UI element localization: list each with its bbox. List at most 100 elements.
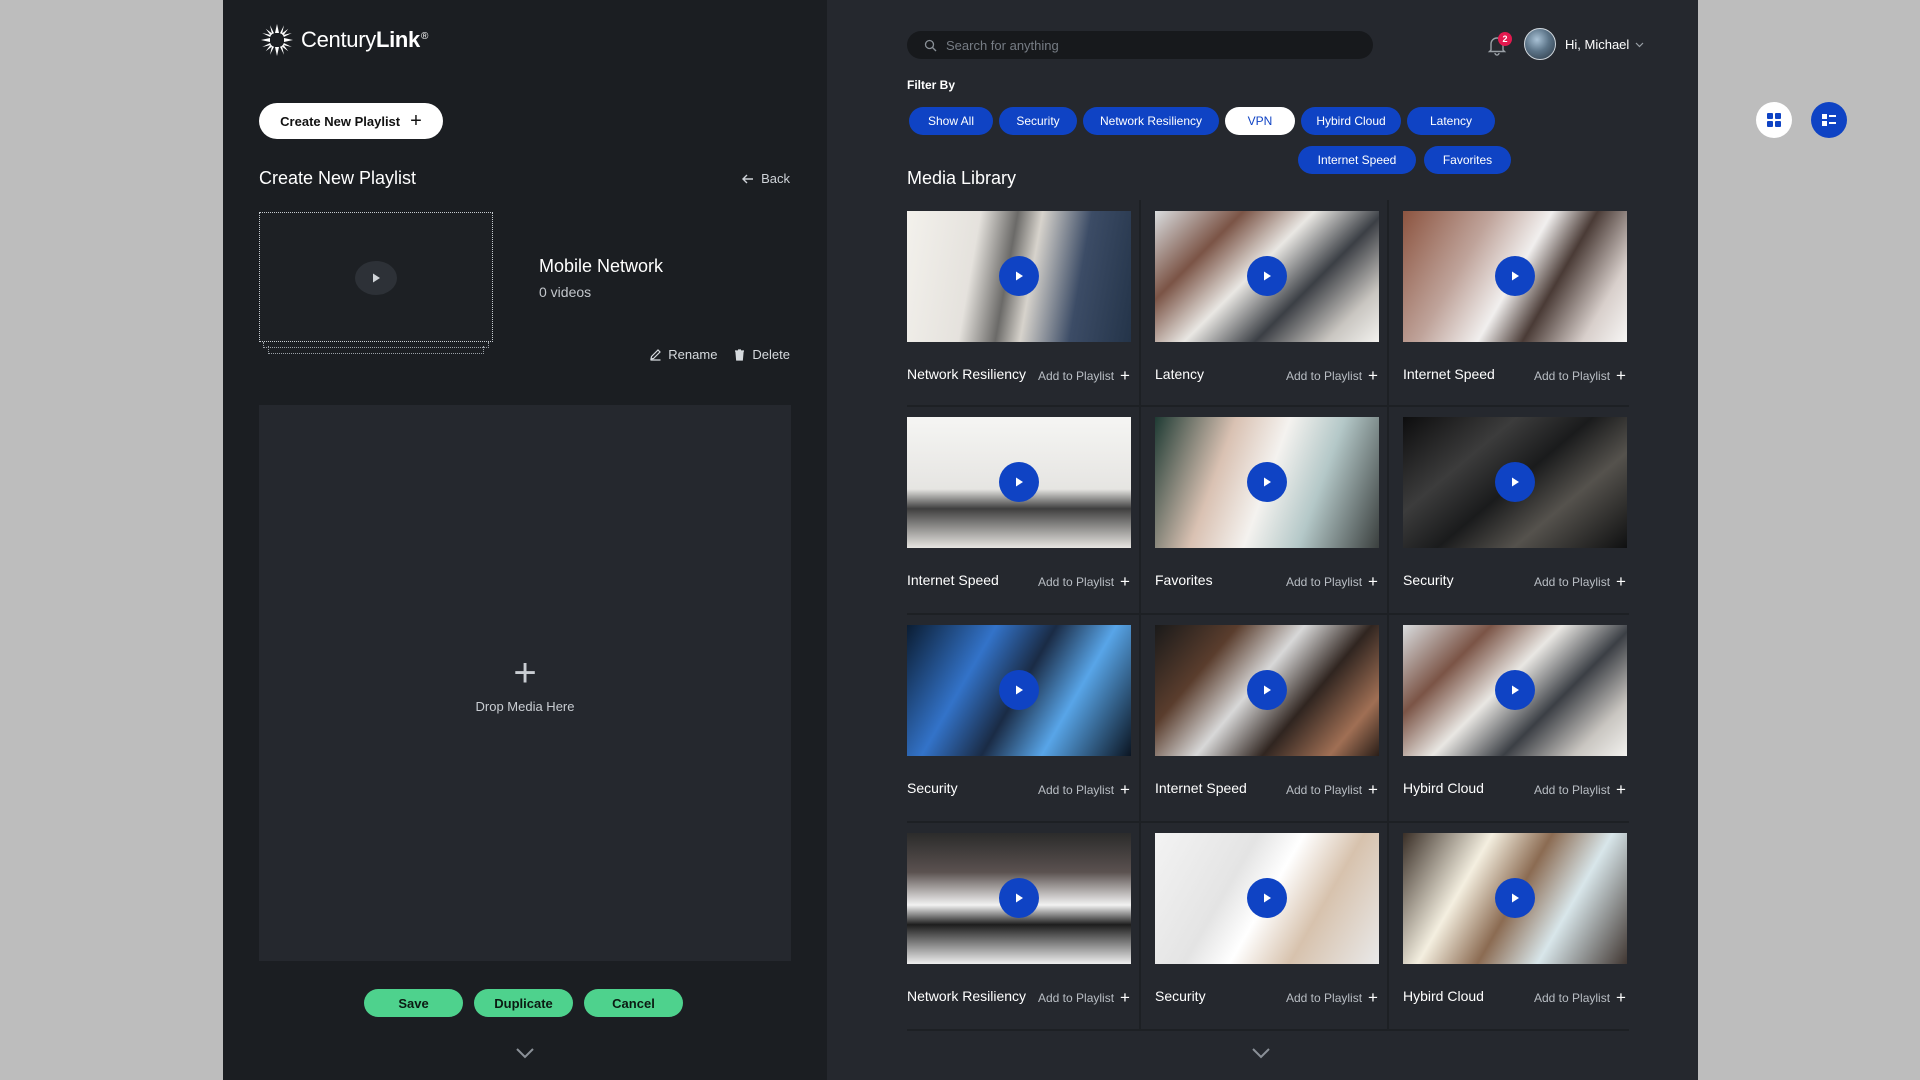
- filter-vpn[interactable]: VPN: [1225, 107, 1295, 135]
- play-icon[interactable]: [1495, 670, 1535, 710]
- filter-internet-speed[interactable]: Internet Speed: [1298, 146, 1416, 174]
- add-to-playlist-button[interactable]: Add to Playlist +: [1038, 367, 1130, 384]
- add-to-playlist-button[interactable]: Add to Playlist +: [1286, 781, 1378, 798]
- media-card[interactable]: Security Add to Playlist +: [1403, 406, 1649, 612]
- add-to-playlist-button[interactable]: Add to Playlist +: [1038, 573, 1130, 590]
- filter-favorites[interactable]: Favorites: [1424, 146, 1511, 174]
- chevron-down-icon: [1635, 42, 1644, 47]
- search-bar[interactable]: [907, 31, 1373, 59]
- add-label: Add to Playlist: [1038, 990, 1115, 1005]
- play-icon[interactable]: [999, 670, 1039, 710]
- filter-latency[interactable]: Latency: [1407, 107, 1495, 135]
- media-title: Favorites: [1155, 572, 1213, 588]
- media-thumbnail[interactable]: [1155, 833, 1379, 964]
- media-card[interactable]: Internet Speed Add to Playlist +: [1155, 614, 1401, 820]
- media-thumbnail[interactable]: [1403, 833, 1627, 964]
- user-greeting: Hi, Michael: [1565, 37, 1630, 52]
- play-icon[interactable]: [1495, 462, 1535, 502]
- add-to-playlist-button[interactable]: Add to Playlist +: [1534, 781, 1626, 798]
- playlist-button-row: Save Duplicate Cancel: [364, 989, 683, 1017]
- media-thumbnail[interactable]: [1403, 417, 1627, 548]
- media-title: Network Resiliency: [907, 988, 1027, 1004]
- chevron-down-icon[interactable]: [1250, 1046, 1272, 1060]
- app-window: CenturyLink® Create New Playlist + Creat…: [223, 0, 1847, 1080]
- brand-name: CenturyLink®: [301, 27, 429, 52]
- media-title: Security: [1155, 988, 1206, 1004]
- media-card[interactable]: Internet Speed Add to Playlist +: [1403, 200, 1649, 406]
- media-thumbnail[interactable]: [907, 211, 1131, 342]
- media-card[interactable]: Latency Add to Playlist +: [1155, 200, 1401, 406]
- add-to-playlist-button[interactable]: Add to Playlist +: [1286, 573, 1378, 590]
- play-icon[interactable]: [999, 462, 1039, 502]
- media-thumbnail[interactable]: [1155, 417, 1379, 548]
- add-label: Add to Playlist: [1534, 368, 1611, 383]
- cancel-button[interactable]: Cancel: [584, 989, 683, 1017]
- media-card[interactable]: Security Add to Playlist +: [1155, 822, 1401, 1028]
- media-card[interactable]: Network Resiliency Add to Playlist +: [907, 822, 1153, 1028]
- play-icon[interactable]: [1495, 878, 1535, 918]
- media-thumbnail[interactable]: [1403, 625, 1627, 756]
- grid-view-button[interactable]: [1756, 102, 1792, 138]
- media-thumbnail[interactable]: [907, 833, 1131, 964]
- add-label: Add to Playlist: [1286, 368, 1363, 383]
- add-to-playlist-button[interactable]: Add to Playlist +: [1534, 989, 1626, 1006]
- delete-button[interactable]: Delete: [733, 347, 790, 362]
- back-link[interactable]: Back: [741, 171, 790, 186]
- delete-label: Delete: [752, 347, 790, 362]
- media-thumbnail[interactable]: [1403, 211, 1627, 342]
- media-card[interactable]: Network Resiliency Add to Playlist +: [907, 200, 1153, 406]
- rename-button[interactable]: Rename: [649, 347, 717, 362]
- media-title: Security: [1403, 572, 1454, 588]
- filter-hybird-cloud[interactable]: Hybird Cloud: [1301, 107, 1401, 135]
- save-button[interactable]: Save: [364, 989, 463, 1017]
- back-label: Back: [761, 171, 790, 186]
- media-title: Security: [907, 780, 958, 796]
- pencil-icon: [650, 349, 662, 361]
- play-icon[interactable]: [999, 256, 1039, 296]
- media-card[interactable]: Internet Speed Add to Playlist +: [907, 406, 1153, 612]
- user-menu[interactable]: Hi, Michael: [1565, 37, 1644, 52]
- plus-icon: +: [1616, 988, 1626, 1007]
- play-icon[interactable]: [355, 261, 397, 295]
- media-drop-zone[interactable]: + Drop Media Here: [259, 405, 791, 961]
- duplicate-button[interactable]: Duplicate: [474, 989, 573, 1017]
- add-label: Add to Playlist: [1534, 574, 1611, 589]
- centurylink-logo[interactable]: CenturyLink®: [259, 22, 428, 58]
- add-to-playlist-button[interactable]: Add to Playlist +: [1286, 989, 1378, 1006]
- search-input[interactable]: [946, 37, 1346, 53]
- list-view-button[interactable]: [1811, 102, 1847, 138]
- avatar[interactable]: [1524, 28, 1556, 60]
- media-thumbnail[interactable]: [907, 625, 1131, 756]
- media-card[interactable]: Hybird Cloud Add to Playlist +: [1403, 614, 1649, 820]
- playlist-video-count: 0 videos: [539, 284, 592, 300]
- play-icon[interactable]: [1495, 256, 1535, 296]
- play-icon[interactable]: [1247, 878, 1287, 918]
- chevron-down-icon[interactable]: [514, 1046, 536, 1060]
- notification-badge: 2: [1498, 32, 1512, 46]
- media-card[interactable]: Favorites Add to Playlist +: [1155, 406, 1401, 612]
- play-icon[interactable]: [999, 878, 1039, 918]
- media-title: Internet Speed: [1155, 780, 1247, 796]
- play-icon[interactable]: [1247, 462, 1287, 502]
- media-card[interactable]: Security Add to Playlist +: [907, 614, 1153, 820]
- add-to-playlist-button[interactable]: Add to Playlist +: [1286, 367, 1378, 384]
- media-thumbnail[interactable]: [1155, 211, 1379, 342]
- filter-network-resiliency[interactable]: Network Resiliency: [1083, 107, 1219, 135]
- plus-icon: +: [1368, 366, 1378, 385]
- filter-show-all[interactable]: Show All: [909, 107, 993, 135]
- add-to-playlist-button[interactable]: Add to Playlist +: [1534, 367, 1626, 384]
- add-label: Add to Playlist: [1534, 782, 1611, 797]
- playlist-thumbnail[interactable]: [259, 212, 493, 360]
- add-to-playlist-button[interactable]: Add to Playlist +: [1038, 781, 1130, 798]
- create-new-playlist-button[interactable]: Create New Playlist +: [259, 103, 443, 139]
- media-thumbnail[interactable]: [1155, 625, 1379, 756]
- add-to-playlist-button[interactable]: Add to Playlist +: [1534, 573, 1626, 590]
- media-thumbnail[interactable]: [907, 417, 1131, 548]
- plus-icon: +: [1616, 780, 1626, 799]
- add-label: Add to Playlist: [1286, 782, 1363, 797]
- add-to-playlist-button[interactable]: Add to Playlist +: [1038, 989, 1130, 1006]
- play-icon[interactable]: [1247, 670, 1287, 710]
- media-card[interactable]: Hybird Cloud Add to Playlist +: [1403, 822, 1649, 1028]
- play-icon[interactable]: [1247, 256, 1287, 296]
- filter-security[interactable]: Security: [999, 107, 1077, 135]
